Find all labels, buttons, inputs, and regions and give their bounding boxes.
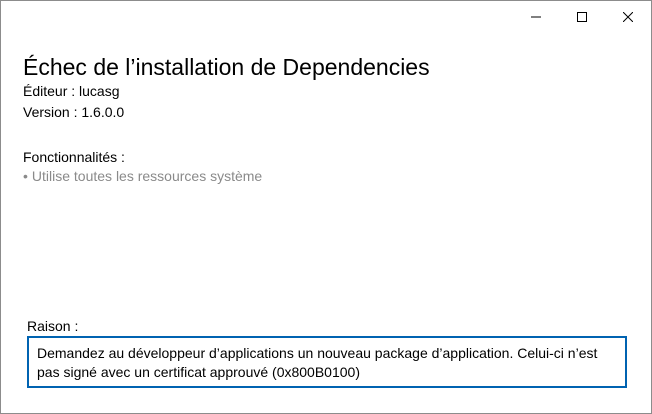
title-bar — [513, 1, 651, 33]
close-icon — [623, 12, 633, 22]
capabilities-heading: Fonctionnalités : — [23, 149, 125, 165]
capability-item: Utilise toutes les ressources système — [23, 167, 262, 185]
close-button[interactable] — [605, 1, 651, 33]
reason-label: Raison : — [27, 318, 79, 334]
capabilities-list: Utilise toutes les ressources système — [23, 167, 262, 185]
page-title: Échec de l’installation de Dependencies — [23, 54, 430, 80]
minimize-button[interactable] — [513, 1, 559, 33]
minimize-icon — [531, 16, 541, 18]
version-text: Version : 1.6.0.0 — [23, 104, 125, 120]
maximize-button[interactable] — [559, 1, 605, 33]
reason-message-box[interactable]: Demandez au développeur d’applications u… — [27, 336, 627, 388]
maximize-icon — [577, 12, 587, 22]
publisher-text: Éditeur : lucasg — [23, 83, 120, 99]
installer-window: Échec de l’installation de Dependencies … — [0, 0, 652, 414]
